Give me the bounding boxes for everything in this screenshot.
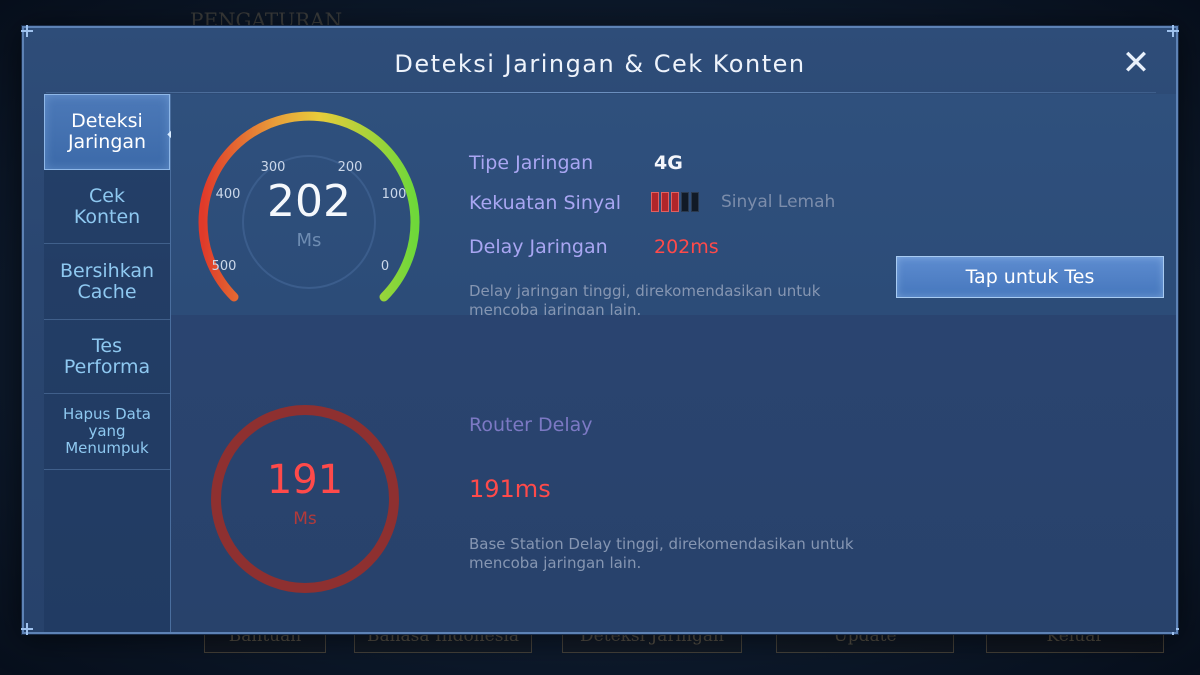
gauge-value: 202	[267, 176, 351, 227]
signal-strength-text: Sinyal Lemah	[721, 192, 836, 212]
signal-bar	[651, 192, 659, 212]
sidebar: Deteksi Jaringan Cek Konten Bersihkan Ca…	[44, 94, 175, 632]
signal-strength-bars	[651, 192, 699, 212]
router-delay-number: 191	[266, 457, 344, 503]
modal-title: Deteksi Jaringan & Cek Konten	[394, 50, 806, 78]
router-delay-label: Router Delay	[469, 414, 593, 436]
latency-gauge: 500 400 300 200 100 0 202 Ms	[191, 94, 427, 324]
sidebar-item-network-detection[interactable]: Deteksi Jaringan	[44, 94, 175, 170]
gauge-tick: 0	[381, 259, 389, 274]
gauge-tick: 300	[261, 160, 286, 175]
corner-ornament	[21, 25, 33, 37]
sidebar-item-content-check[interactable]: Cek Konten	[44, 170, 170, 244]
tap-to-test-button[interactable]: Tap untuk Tes	[896, 256, 1164, 298]
network-type-label: Tipe Jaringan	[469, 152, 594, 174]
corner-ornament	[1167, 25, 1179, 37]
router-delay-description: Base Station Delay tinggi, direkomendasi…	[469, 535, 854, 572]
close-icon: ✕	[1121, 43, 1151, 83]
close-button[interactable]: ✕	[1118, 46, 1154, 82]
router-delay-ring: 191 Ms	[207, 401, 403, 597]
corner-ornament	[21, 623, 33, 635]
gauge-unit: Ms	[296, 230, 322, 251]
router-delay-panel: 191 Ms Router Delay 191ms Base Station D…	[171, 315, 1176, 632]
sidebar-item-delete-stacked-data[interactable]: Hapus Data yang Menumpuk	[44, 394, 170, 470]
sidebar-item-clear-cache[interactable]: Bersihkan Cache	[44, 244, 170, 320]
signal-bar	[681, 192, 689, 212]
gauge-tick: 500	[212, 259, 237, 274]
gauge-tick: 200	[338, 160, 363, 175]
router-delay-unit: Ms	[293, 509, 317, 529]
network-detection-modal: Deteksi Jaringan & Cek Konten ✕ Deteksi …	[21, 25, 1179, 635]
network-delay-value: 202ms	[654, 236, 719, 258]
title-divider	[46, 92, 1156, 93]
router-delay-value: 191ms	[469, 475, 551, 503]
sidebar-item-performance-test[interactable]: Tes Performa	[44, 320, 170, 394]
network-delay-label: Delay Jaringan	[469, 236, 608, 258]
network-detection-panel: 500 400 300 200 100 0 202 Ms Tipe Jaring…	[171, 94, 1176, 319]
network-type-value: 4G	[654, 152, 683, 174]
signal-bar	[661, 192, 669, 212]
signal-bar	[671, 192, 679, 212]
signal-bar	[691, 192, 699, 212]
signal-strength-label: Kekuatan Sinyal	[469, 192, 622, 214]
